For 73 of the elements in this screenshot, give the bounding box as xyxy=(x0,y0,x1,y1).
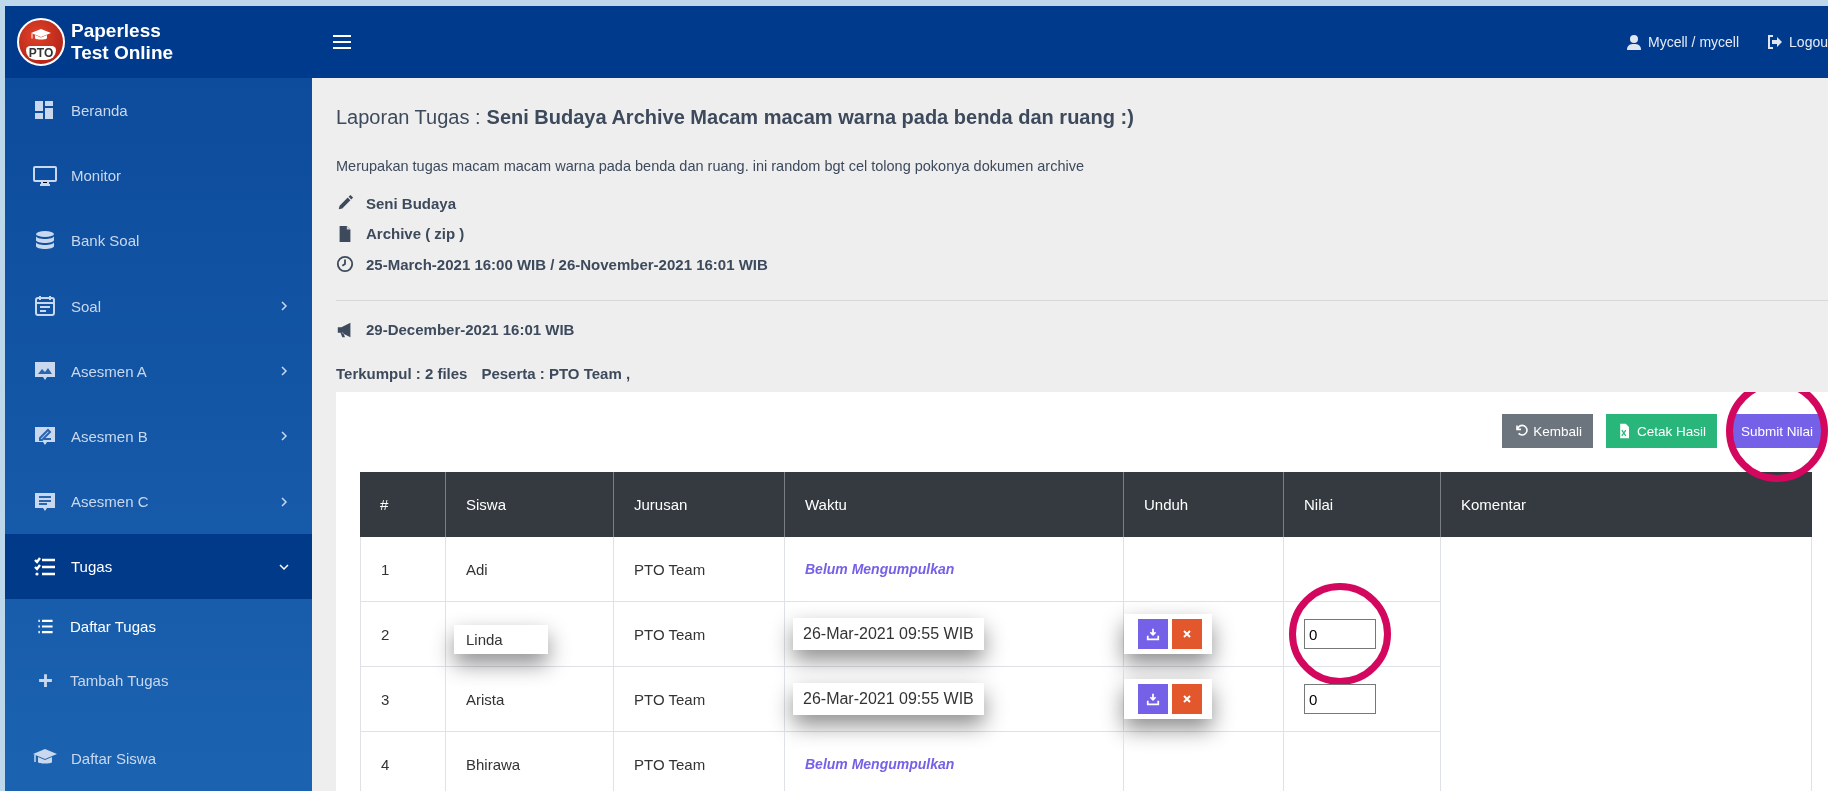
logout-icon xyxy=(1767,34,1784,50)
announcement-date: 29-December-2021 16:01 WIB xyxy=(366,321,575,339)
close-icon xyxy=(1181,628,1193,640)
monitor-icon xyxy=(33,163,57,188)
column-header: # xyxy=(360,472,445,537)
chevron-right-icon xyxy=(278,300,290,313)
sidebar-item[interactable]: Asesmen C xyxy=(5,469,312,535)
student-name: Adi xyxy=(466,560,488,578)
graduate-icon xyxy=(29,28,53,41)
chevron-right-icon xyxy=(278,430,290,443)
download-button[interactable] xyxy=(1138,619,1168,649)
table-cell: PTO Team xyxy=(613,732,784,791)
close-icon xyxy=(1181,693,1193,705)
column-header: Waktu xyxy=(784,472,1123,537)
submenu-item[interactable]: Daftar Tugas xyxy=(5,599,312,654)
summary-text: Terkumpul : 2 files xyxy=(336,365,468,382)
column-header: Nilai xyxy=(1283,472,1440,537)
back-button[interactable]: Kembali xyxy=(1502,414,1593,448)
user-link[interactable]: Mycell / mycell xyxy=(1648,34,1740,50)
brand-name: Paperless xyxy=(71,20,162,42)
chevron-right-icon xyxy=(278,495,290,508)
column-header: Jurusan xyxy=(613,472,784,537)
sidebar-item[interactable]: Daftar Siswa xyxy=(5,725,312,791)
table-cell: 2 xyxy=(360,602,445,667)
sidebar-item[interactable]: Tugas xyxy=(5,534,312,600)
menu-icon[interactable] xyxy=(332,34,352,50)
status-text: Belum Mengumpulkan xyxy=(805,561,955,577)
sidebar-item[interactable]: Bank Soal xyxy=(5,208,312,274)
sidebar-item[interactable]: Asesmen A xyxy=(5,338,312,404)
student-name: Linda xyxy=(454,624,548,654)
download-icon xyxy=(1146,692,1160,706)
submit-time: 26-Mar-2021 09:55 WIB xyxy=(793,683,984,715)
sidebar-item[interactable]: Monitor xyxy=(5,143,312,209)
plus-icon xyxy=(37,672,54,690)
status-text: Belum Mengumpulkan xyxy=(805,756,955,772)
table-cell: PTO Team xyxy=(613,537,784,602)
student-name: Bhirawa xyxy=(466,755,521,773)
table-cell: 1 xyxy=(360,537,445,602)
table-cell: 4 xyxy=(360,732,445,791)
sidebar-item[interactable]: Asesmen B xyxy=(5,403,312,470)
user-icon xyxy=(1626,34,1643,50)
score-field[interactable]: 0 xyxy=(1304,619,1376,649)
score-field[interactable]: 0 xyxy=(1304,684,1376,714)
meta-text: Archive ( zip ) xyxy=(366,225,465,243)
brand-name: Test Online xyxy=(71,42,174,64)
page-title: Seni Budaya Archive Macam macam warna pada benda dan ruang :) xyxy=(486,105,1134,129)
description: Merupakan tugas macam macam warna pada benda dan ruang. ini random bgt cel tolong pokonya dokumen archive xyxy=(336,158,1085,174)
student-name: Arista xyxy=(466,690,505,708)
table-cell: 3 xyxy=(360,667,445,732)
download-icon xyxy=(1146,627,1160,641)
undo-icon xyxy=(1513,423,1530,439)
summary-text: Peserta : PTO Team , xyxy=(481,365,631,382)
page-title-label: Laporan Tugas : xyxy=(336,105,481,129)
column-header: Unduh xyxy=(1123,472,1283,537)
clock-icon xyxy=(336,255,354,274)
meta-text: 25-March-2021 16:00 WIB / 26-November-2021 16:01 WIB xyxy=(366,255,768,273)
meta-text: Seni Budaya xyxy=(366,194,457,212)
delete-button[interactable] xyxy=(1172,619,1202,649)
column-header: Komentar xyxy=(1440,472,1812,537)
chevron-right-icon xyxy=(278,365,290,378)
calendar-icon xyxy=(33,294,57,319)
sidebar-item[interactable]: Soal xyxy=(5,273,312,339)
sidebar-item[interactable]: Beranda xyxy=(5,78,312,144)
table-cell: PTO Team xyxy=(613,667,784,732)
column-header: Siswa xyxy=(445,472,613,537)
delete-button[interactable] xyxy=(1172,684,1202,714)
logout-link[interactable]: Logou xyxy=(1789,34,1828,50)
logo-text: PTO xyxy=(25,46,57,60)
submit-time: 26-Mar-2021 09:55 WIB xyxy=(793,618,984,650)
list-icon xyxy=(37,618,54,636)
table-cell: PTO Team xyxy=(613,602,784,667)
download-button[interactable] xyxy=(1138,684,1168,714)
submenu-item[interactable]: Tambah Tugas xyxy=(5,653,312,708)
